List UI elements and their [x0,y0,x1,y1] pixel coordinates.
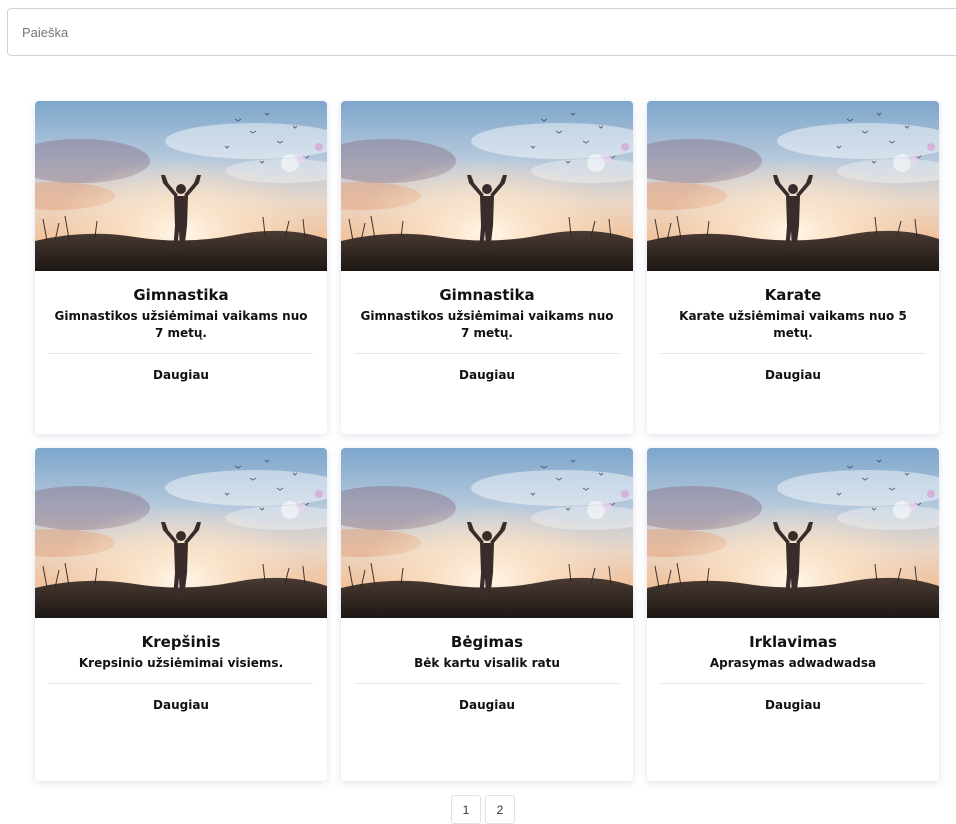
card-body: Karate Karate užsiėmimai vaikams nuo 5 m… [647,285,939,383]
card-title: Krepšinis [141,633,221,651]
more-link[interactable]: Daugiau [153,698,209,712]
card-image [35,101,327,271]
activity-card: Karate Karate užsiėmimai vaikams nuo 5 m… [647,101,939,434]
page-button-2[interactable]: 2 [485,795,515,824]
card-body: Gimnastika Gimnastikos užsiėmimai vaikam… [341,285,633,383]
card-image [647,101,939,271]
card-description: Aprasymas adwadwadsa [709,656,877,670]
activity-card: Krepšinis Krepsinio užsiėmimai visiems. … [35,448,327,781]
card-divider [661,353,925,354]
card-description: Bėk kartu visalik ratu [414,656,560,670]
card-description: Krepsinio užsiėmimai visiems. [78,656,284,670]
activity-card: Irklavimas Aprasymas adwadwadsa Daugiau [647,448,939,781]
card-body: Gimnastika Gimnastikos užsiėmimai vaikam… [35,285,327,383]
card-divider [49,353,313,354]
activity-card: Gimnastika Gimnastikos užsiėmimai vaikam… [35,101,327,434]
card-body: Krepšinis Krepsinio užsiėmimai visiems. … [35,632,327,713]
more-link[interactable]: Daugiau [765,698,821,712]
card-image [341,448,633,618]
card-body: Bėgimas Bėk kartu visalik ratu Daugiau [341,632,633,713]
activity-card: Gimnastika Gimnastikos užsiėmimai vaikam… [341,101,633,434]
page-button-1[interactable]: 1 [451,795,481,824]
more-link[interactable]: Daugiau [153,368,209,382]
card-divider [355,683,619,684]
more-link[interactable]: Daugiau [459,698,515,712]
search-box[interactable] [7,8,956,56]
activity-card: Bėgimas Bėk kartu visalik ratu Daugiau [341,448,633,781]
card-image [341,101,633,271]
card-divider [355,353,619,354]
more-link[interactable]: Daugiau [765,368,821,382]
card-divider [49,683,313,684]
card-title: Gimnastika [439,286,535,304]
more-link[interactable]: Daugiau [459,368,515,382]
card-title: Gimnastika [133,286,229,304]
card-image [35,448,327,618]
card-title: Irklavimas [749,633,837,651]
card-body: Irklavimas Aprasymas adwadwadsa Daugiau [647,632,939,713]
card-image [647,448,939,618]
card-divider [661,683,925,684]
card-description: Gimnastikos užsiėmimai vaikams nuo 7 met… [360,309,614,340]
pagination: 1 2 [451,795,519,824]
card-description: Gimnastikos užsiėmimai vaikams nuo 7 met… [54,309,308,340]
card-title: Karate [764,286,822,304]
search-input[interactable] [8,9,956,55]
card-title: Bėgimas [450,633,524,651]
activity-grid: Gimnastika Gimnastikos užsiėmimai vaikam… [35,101,939,781]
card-description: Karate užsiėmimai vaikams nuo 5 metų. [679,309,907,340]
